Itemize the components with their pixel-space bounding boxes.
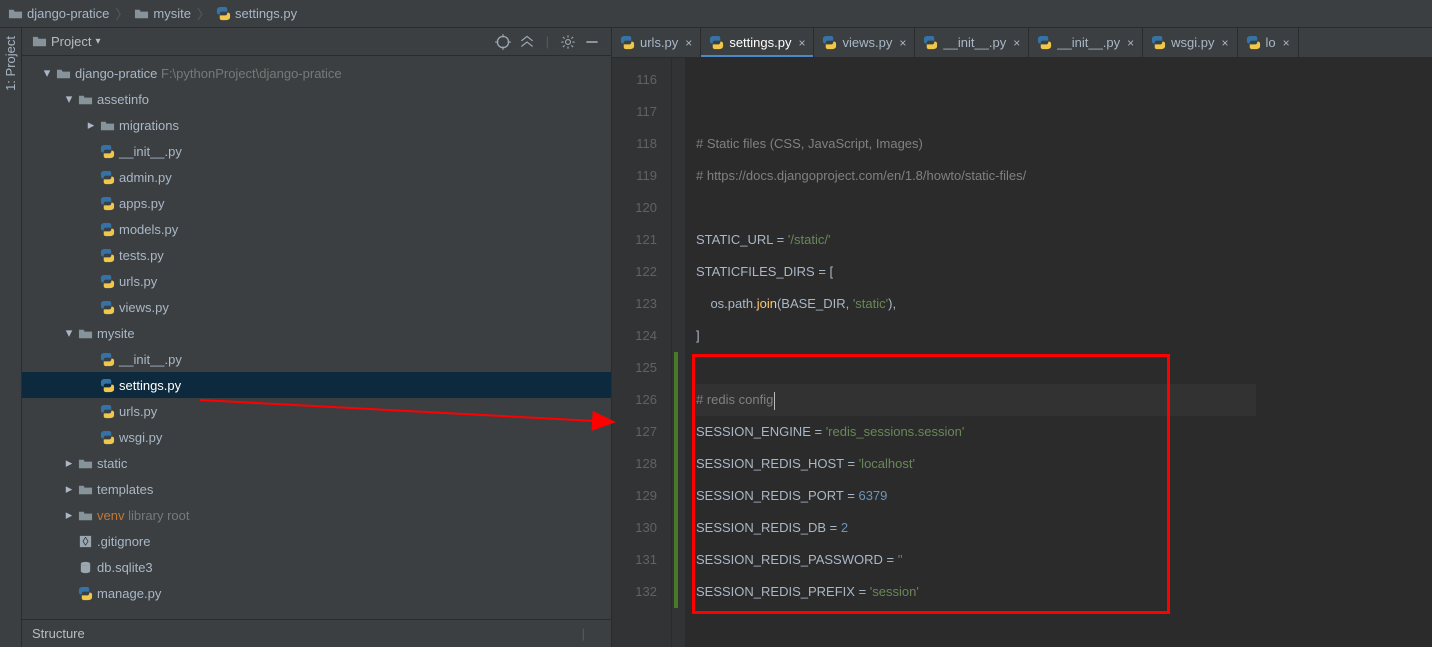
editor-tab[interactable]: __init__.py× bbox=[1029, 28, 1143, 57]
tree-row[interactable]: urls.py bbox=[22, 398, 611, 424]
chevron-right-icon[interactable]: ▸ bbox=[84, 117, 98, 133]
tree-row[interactable]: ▾django-pratice F:\pythonProject\django-… bbox=[22, 60, 611, 86]
breadcrumb-item[interactable]: mysite bbox=[134, 6, 191, 21]
tree-row[interactable]: urls.py bbox=[22, 268, 611, 294]
editor-tab[interactable]: settings.py× bbox=[701, 28, 814, 57]
tree-row[interactable]: __init__.py bbox=[22, 346, 611, 372]
project-header: Project ▾ | bbox=[22, 28, 611, 56]
editor-tab[interactable]: __init__.py× bbox=[915, 28, 1029, 57]
python-icon bbox=[923, 35, 938, 50]
tree-row[interactable]: ▸venv library root bbox=[22, 502, 611, 528]
tool-tab-project[interactable]: 1: Project bbox=[1, 28, 20, 99]
tree-row[interactable]: admin.py bbox=[22, 164, 611, 190]
tree-row[interactable]: ▸static bbox=[22, 450, 611, 476]
editor-tab[interactable]: wsgi.py× bbox=[1143, 28, 1237, 57]
python-icon bbox=[100, 222, 115, 237]
editor-area: urls.py×settings.py×views.py×__init__.py… bbox=[612, 28, 1432, 647]
tree-row[interactable]: ▸templates bbox=[22, 476, 611, 502]
chevron-down-icon[interactable]: ▾ bbox=[62, 325, 76, 341]
tree-row[interactable]: wsgi.py bbox=[22, 424, 611, 450]
tree-row[interactable]: settings.py bbox=[22, 372, 611, 398]
chevron-right-icon: 〉 bbox=[115, 4, 128, 23]
folder-icon bbox=[56, 66, 71, 81]
left-tool-gutter: 1: Project bbox=[0, 28, 22, 647]
locate-icon[interactable] bbox=[494, 33, 512, 51]
python-icon bbox=[1246, 35, 1261, 50]
chevron-right-icon[interactable]: ▸ bbox=[62, 481, 76, 497]
tree-row[interactable]: db.sqlite3 bbox=[22, 554, 611, 580]
collapse-all-icon[interactable] bbox=[518, 33, 536, 51]
folder-icon bbox=[78, 326, 93, 341]
python-icon bbox=[100, 378, 115, 393]
editor-tab[interactable]: views.py× bbox=[814, 28, 915, 57]
folder-icon bbox=[78, 482, 93, 497]
folder-icon bbox=[134, 6, 149, 21]
breadcrumb-item[interactable]: django-pratice bbox=[8, 6, 109, 21]
close-icon[interactable]: × bbox=[1013, 36, 1020, 50]
gear-icon[interactable] bbox=[559, 33, 577, 51]
python-icon bbox=[100, 300, 115, 315]
tree-row[interactable]: ▸migrations bbox=[22, 112, 611, 138]
project-title[interactable]: Project ▾ bbox=[32, 34, 488, 49]
python-icon bbox=[1037, 35, 1052, 50]
python-icon bbox=[620, 35, 635, 50]
tree-row[interactable]: ▾mysite bbox=[22, 320, 611, 346]
python-icon bbox=[100, 404, 115, 419]
tree-row[interactable]: __init__.py bbox=[22, 138, 611, 164]
python-icon bbox=[709, 35, 724, 50]
close-icon[interactable]: × bbox=[1127, 36, 1134, 50]
python-icon bbox=[1151, 35, 1166, 50]
python-icon bbox=[78, 586, 93, 601]
tree-row[interactable]: apps.py bbox=[22, 190, 611, 216]
structure-title[interactable]: Structure bbox=[32, 626, 560, 641]
close-icon[interactable]: × bbox=[1222, 36, 1229, 50]
chevron-down-icon[interactable]: ▾ bbox=[40, 65, 54, 81]
project-panel: Project ▾ | ▾django-pratice F:\pythonPro… bbox=[22, 28, 612, 647]
python-icon bbox=[100, 170, 115, 185]
gitignore-icon: ◊ bbox=[78, 534, 93, 549]
tree-row[interactable]: views.py bbox=[22, 294, 611, 320]
folder-icon bbox=[32, 34, 47, 49]
hide-icon[interactable] bbox=[583, 33, 601, 51]
editor-tab[interactable]: lo× bbox=[1238, 28, 1299, 57]
close-icon[interactable]: × bbox=[685, 36, 692, 50]
code-area[interactable]: # Static files (CSS, JavaScript, Images)… bbox=[686, 58, 1432, 647]
chevron-right-icon: 〉 bbox=[197, 4, 210, 23]
chevron-right-icon[interactable]: ▸ bbox=[62, 507, 76, 523]
python-icon bbox=[216, 6, 231, 21]
chevron-right-icon[interactable]: ▸ bbox=[62, 455, 76, 471]
chevron-down-icon[interactable]: ▾ bbox=[62, 91, 76, 107]
python-icon bbox=[822, 35, 837, 50]
svg-text:◊: ◊ bbox=[82, 534, 88, 548]
python-icon bbox=[100, 430, 115, 445]
line-gutter: 1161171181191201211221231241251261271281… bbox=[612, 58, 672, 647]
editor-tab-bar: urls.py×settings.py×views.py×__init__.py… bbox=[612, 28, 1432, 58]
project-tree[interactable]: ▾django-pratice F:\pythonProject\django-… bbox=[22, 56, 611, 619]
folder-icon bbox=[8, 6, 23, 21]
folder-icon bbox=[78, 456, 93, 471]
close-icon[interactable]: × bbox=[899, 36, 906, 50]
folder-icon bbox=[100, 118, 115, 133]
close-icon[interactable]: × bbox=[798, 36, 805, 50]
python-icon bbox=[100, 144, 115, 159]
close-icon[interactable]: × bbox=[1283, 36, 1290, 50]
tree-row[interactable]: tests.py bbox=[22, 242, 611, 268]
folder-icon bbox=[78, 92, 93, 107]
structure-header: Structure | bbox=[22, 619, 611, 647]
db-icon bbox=[78, 560, 93, 575]
code-editor[interactable]: 1161171181191201211221231241251261271281… bbox=[612, 58, 1432, 647]
breadcrumb-bar: django-pratice 〉 mysite 〉 settings.py bbox=[0, 0, 1432, 28]
python-icon bbox=[100, 196, 115, 211]
tree-row[interactable]: ◊.gitignore bbox=[22, 528, 611, 554]
python-icon bbox=[100, 352, 115, 367]
tree-row[interactable]: models.py bbox=[22, 216, 611, 242]
python-icon bbox=[100, 248, 115, 263]
breadcrumb-item[interactable]: settings.py bbox=[216, 6, 297, 21]
tree-row[interactable]: ▾assetinfo bbox=[22, 86, 611, 112]
editor-tab[interactable]: urls.py× bbox=[612, 28, 701, 57]
python-icon bbox=[100, 274, 115, 289]
tree-row[interactable]: manage.py bbox=[22, 580, 611, 606]
folder-icon bbox=[78, 508, 93, 523]
marker-bar bbox=[672, 58, 686, 647]
